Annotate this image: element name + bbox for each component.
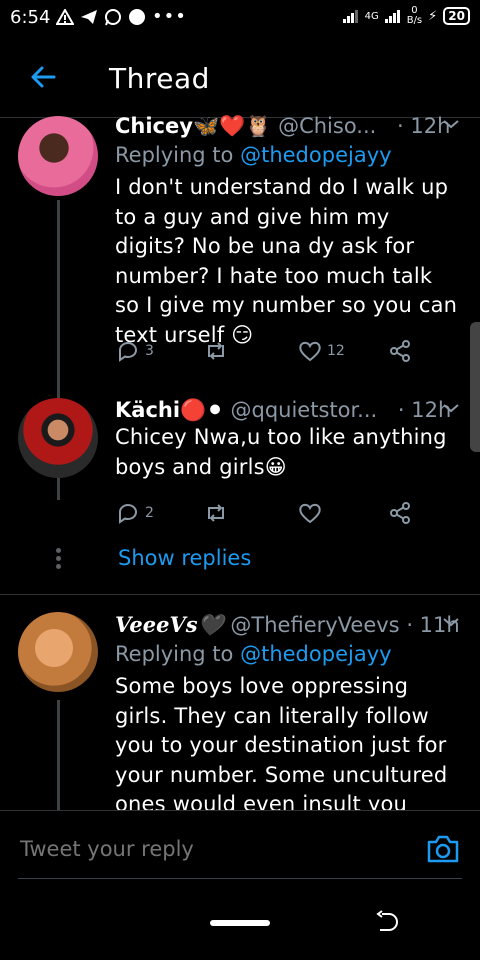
- avatar[interactable]: [18, 116, 98, 196]
- replying-to: Replying to @thedopejayy: [115, 642, 392, 666]
- chevron-down-icon[interactable]: [442, 118, 460, 130]
- reply-icon: [119, 504, 137, 524]
- home-gesture-pill[interactable]: [210, 920, 270, 926]
- warning-icon: [56, 8, 74, 25]
- share-icon: [390, 340, 410, 362]
- like-button[interactable]: 12: [297, 338, 345, 364]
- author-handle[interactable]: @qquietstor...: [230, 398, 377, 422]
- tweet-3[interactable]: VeeeVs🖤 @ThefieryVeevs · 11h Replying to…: [0, 610, 480, 810]
- show-replies-link[interactable]: Show replies: [118, 546, 251, 570]
- more-replies-dots: [56, 548, 61, 572]
- status-time: 6:54: [10, 7, 51, 28]
- back-arrow-icon[interactable]: [28, 62, 58, 92]
- replying-to-handle[interactable]: @thedopejayy: [240, 143, 391, 167]
- retweet-button[interactable]: [203, 338, 229, 364]
- tweet-1[interactable]: Chicey🦋❤️🦉 @Chiso... · 12h Replying to @…: [0, 112, 480, 500]
- avatar[interactable]: [18, 398, 98, 478]
- page-title: Thread: [109, 62, 210, 95]
- like-count: 12: [327, 343, 345, 359]
- status-bar: 6:54 ••• 4G 0 B/s ⚡ 20: [0, 0, 480, 36]
- tweet-text: Some boys love oppressing girls. They ca…: [115, 674, 448, 810]
- camera-icon[interactable]: [426, 832, 460, 866]
- retweet-icon: [208, 342, 224, 360]
- system-nav-bar: [0, 900, 480, 960]
- reply-composer: [0, 810, 480, 890]
- share-icon: [390, 502, 410, 524]
- chevron-down-icon[interactable]: [442, 616, 460, 628]
- signal-icon: [342, 10, 358, 23]
- chevron-down-icon[interactable]: [442, 402, 460, 414]
- reply-count: 3: [145, 343, 154, 359]
- share-button[interactable]: [387, 338, 413, 364]
- author-name[interactable]: Kächi🔴⚫: [115, 398, 224, 422]
- author-name[interactable]: Chicey🦋❤️🦉: [115, 114, 271, 138]
- tweet-divider: [0, 594, 480, 595]
- author-name[interactable]: VeeeVs🖤: [115, 612, 224, 637]
- tweet-actions: 2: [115, 500, 415, 530]
- share-button[interactable]: [387, 500, 413, 526]
- heart-icon: [299, 503, 321, 524]
- reply-button[interactable]: 2: [115, 500, 154, 526]
- retweet-button[interactable]: [203, 500, 229, 526]
- tweet-actions: 3 12: [115, 338, 415, 368]
- telegram-icon: [81, 9, 97, 24]
- thread-header: Thread: [0, 50, 480, 110]
- net-speed: 0 B/s: [406, 5, 423, 26]
- tweet-text: I don't understand do I walk up to a guy…: [115, 175, 458, 347]
- author-handle[interactable]: @ThefieryVeevs: [230, 613, 399, 637]
- system-back-icon[interactable]: [374, 910, 400, 936]
- reply-button[interactable]: 3: [115, 338, 154, 364]
- author-handle[interactable]: @Chiso...: [278, 114, 376, 138]
- reply-input[interactable]: [18, 836, 402, 862]
- signal-2-icon: [384, 10, 400, 23]
- charging-icon: ⚡: [428, 8, 438, 24]
- reply-underline: [18, 878, 462, 879]
- circle-icon: [129, 8, 145, 25]
- reply-count: 2: [145, 505, 154, 521]
- scrollbar-handle[interactable]: [470, 322, 480, 452]
- tweet-text: Chicey Nwa,u too like anything boys and …: [115, 425, 447, 479]
- thread-line: [57, 700, 60, 810]
- more-notifications-icon: •••: [152, 6, 187, 27]
- replying-to: Replying to @thedopejayy: [115, 143, 392, 167]
- replying-to-handle[interactable]: @thedopejayy: [240, 642, 391, 666]
- reply-icon: [119, 342, 137, 362]
- tweet-2[interactable]: Kächi🔴⚫ @qquietstor... · 12h Chicey Nwa,…: [0, 396, 480, 596]
- retweet-icon: [208, 504, 224, 522]
- battery-indicator: 20: [443, 7, 470, 25]
- network-type: 4G: [364, 10, 379, 22]
- heart-icon: [299, 341, 321, 362]
- avatar[interactable]: [18, 612, 98, 692]
- whatsapp-icon: [105, 8, 121, 25]
- like-button[interactable]: [297, 500, 323, 526]
